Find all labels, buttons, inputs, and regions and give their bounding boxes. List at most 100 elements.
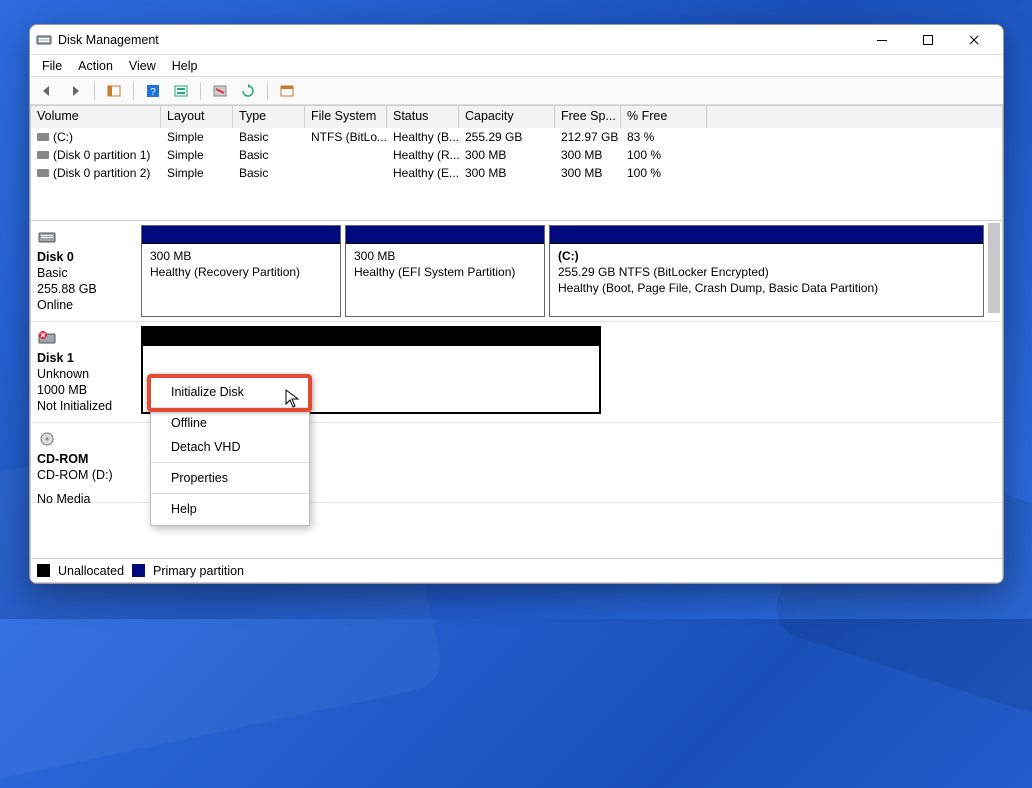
partition-title: (C:) [558, 249, 579, 263]
partition-cap [142, 226, 340, 244]
cell-pfree: 100 % [621, 164, 707, 182]
cell-free: 300 MB [555, 146, 621, 164]
col-pct-free[interactable]: % Free [621, 106, 707, 128]
cell-layout: Simple [161, 128, 233, 146]
partition-efi[interactable]: 300 MB Healthy (EFI System Partition) [345, 225, 545, 317]
cell-free: 300 MB [555, 164, 621, 182]
partition-cap [550, 226, 983, 244]
menubar: File Action View Help [30, 55, 1003, 77]
cell-pfree: 83 % [621, 128, 707, 146]
window: Disk Management File Action View Help ? … [29, 24, 1004, 584]
refresh-button[interactable] [237, 80, 259, 102]
disk-row[interactable]: Disk 0 Basic 255.88 GB Online 300 MB Hea… [31, 221, 1002, 322]
drive-icon [37, 133, 49, 141]
col-capacity[interactable]: Capacity [459, 106, 555, 128]
table-header-row: Volume Layout Type File System Status Ca… [31, 106, 1002, 128]
volume-table: Volume Layout Type File System Status Ca… [30, 105, 1003, 221]
close-button[interactable] [951, 25, 997, 55]
cell-status: Healthy (B... [387, 128, 459, 146]
hard-disk-icon [37, 229, 131, 249]
disk-name: CD-ROM [37, 451, 131, 467]
partition-size: 300 MB [150, 248, 332, 264]
col-layout[interactable]: Layout [161, 106, 233, 128]
disk-mount: CD-ROM (D:) [37, 467, 131, 483]
app-icon [36, 32, 52, 48]
menu-action[interactable]: Action [70, 57, 121, 75]
disk-status: No Media [37, 491, 131, 507]
disk-header[interactable]: Disk 0 Basic 255.88 GB Online [31, 225, 137, 317]
disk-size: 255.88 GB [37, 281, 131, 297]
show-hide-console-tree-button[interactable] [103, 80, 125, 102]
scrollbar[interactable] [988, 223, 1000, 313]
context-menu: Initialize Disk Offline Detach VHD Prope… [150, 375, 310, 526]
cell-status: Healthy (E... [387, 164, 459, 182]
toolbar: ? [30, 77, 1003, 105]
cell-type: Basic [233, 164, 305, 182]
ctx-help[interactable]: Help [151, 497, 309, 521]
ctx-separator [151, 493, 309, 494]
disk-size: 1000 MB [37, 382, 131, 398]
ctx-offline[interactable]: Offline [151, 411, 309, 435]
legend-swatch-unallocated [37, 564, 50, 577]
legend-primary: Primary partition [153, 564, 244, 578]
ctx-properties[interactable]: Properties [151, 466, 309, 490]
col-type[interactable]: Type [233, 106, 305, 128]
disk-type: Basic [37, 265, 131, 281]
disk-status: Online [37, 297, 131, 313]
ctx-initialize-disk[interactable]: Initialize Disk [151, 380, 309, 404]
col-file-system[interactable]: File System [305, 106, 387, 128]
partition-cap [143, 328, 599, 346]
cell-volume: (Disk 0 partition 2) [53, 166, 150, 180]
legend-swatch-primary [132, 564, 145, 577]
col-free-space[interactable]: Free Sp... [555, 106, 621, 128]
legend-unallocated: Unallocated [58, 564, 124, 578]
cell-volume: (Disk 0 partition 1) [53, 148, 150, 162]
action-button[interactable] [209, 80, 231, 102]
partition-c[interactable]: (C:) 255.29 GB NTFS (BitLocker Encrypted… [549, 225, 984, 317]
cell-free: 212.97 GB [555, 128, 621, 146]
table-row[interactable]: (Disk 0 partition 2) Simple Basic Health… [31, 164, 1002, 182]
partition-status: Healthy (Boot, Page File, Crash Dump, Ba… [558, 280, 975, 296]
drive-icon [37, 169, 49, 177]
cell-type: Basic [233, 146, 305, 164]
titlebar[interactable]: Disk Management [30, 25, 1003, 55]
cell-layout: Simple [161, 146, 233, 164]
partition-size: 255.29 GB NTFS (BitLocker Encrypted) [558, 264, 975, 280]
cell-capacity: 300 MB [459, 164, 555, 182]
table-row[interactable]: (C:) Simple Basic NTFS (BitLo... Healthy… [31, 128, 1002, 146]
partition-size: 300 MB [354, 248, 536, 264]
col-spacer [707, 106, 1002, 128]
window-title: Disk Management [58, 33, 159, 47]
disk-header[interactable]: CD-ROM CD-ROM (D:) No Media [31, 427, 137, 498]
cell-status: Healthy (R... [387, 146, 459, 164]
cell-fs [305, 164, 387, 182]
svg-text:?: ? [150, 87, 156, 98]
partition-status: Healthy (Recovery Partition) [150, 264, 332, 280]
menu-file[interactable]: File [34, 57, 70, 75]
minimize-button[interactable] [859, 25, 905, 55]
help-button[interactable]: ? [142, 80, 164, 102]
col-status[interactable]: Status [387, 106, 459, 128]
ctx-separator [151, 462, 309, 463]
uninitialized-disk-icon [37, 330, 131, 350]
menu-view[interactable]: View [121, 57, 164, 75]
menu-help[interactable]: Help [164, 57, 206, 75]
legend: Unallocated Primary partition [30, 559, 1003, 583]
maximize-button[interactable] [905, 25, 951, 55]
ctx-detach-vhd[interactable]: Detach VHD [151, 435, 309, 459]
partition-status: Healthy (EFI System Partition) [354, 264, 536, 280]
partition-recovery[interactable]: 300 MB Healthy (Recovery Partition) [141, 225, 341, 317]
forward-button[interactable] [64, 80, 86, 102]
col-volume[interactable]: Volume [31, 106, 161, 128]
cell-pfree: 100 % [621, 146, 707, 164]
drive-icon [37, 151, 49, 159]
table-row[interactable]: (Disk 0 partition 1) Simple Basic Health… [31, 146, 1002, 164]
back-button[interactable] [36, 80, 58, 102]
cell-volume: (C:) [53, 130, 73, 144]
partition-cap [346, 226, 544, 244]
cell-type: Basic [233, 128, 305, 146]
settings-button[interactable] [170, 80, 192, 102]
list-button[interactable] [276, 80, 298, 102]
disk-header[interactable]: Disk 1 Unknown 1000 MB Not Initialized [31, 326, 137, 418]
ctx-separator [151, 407, 309, 408]
